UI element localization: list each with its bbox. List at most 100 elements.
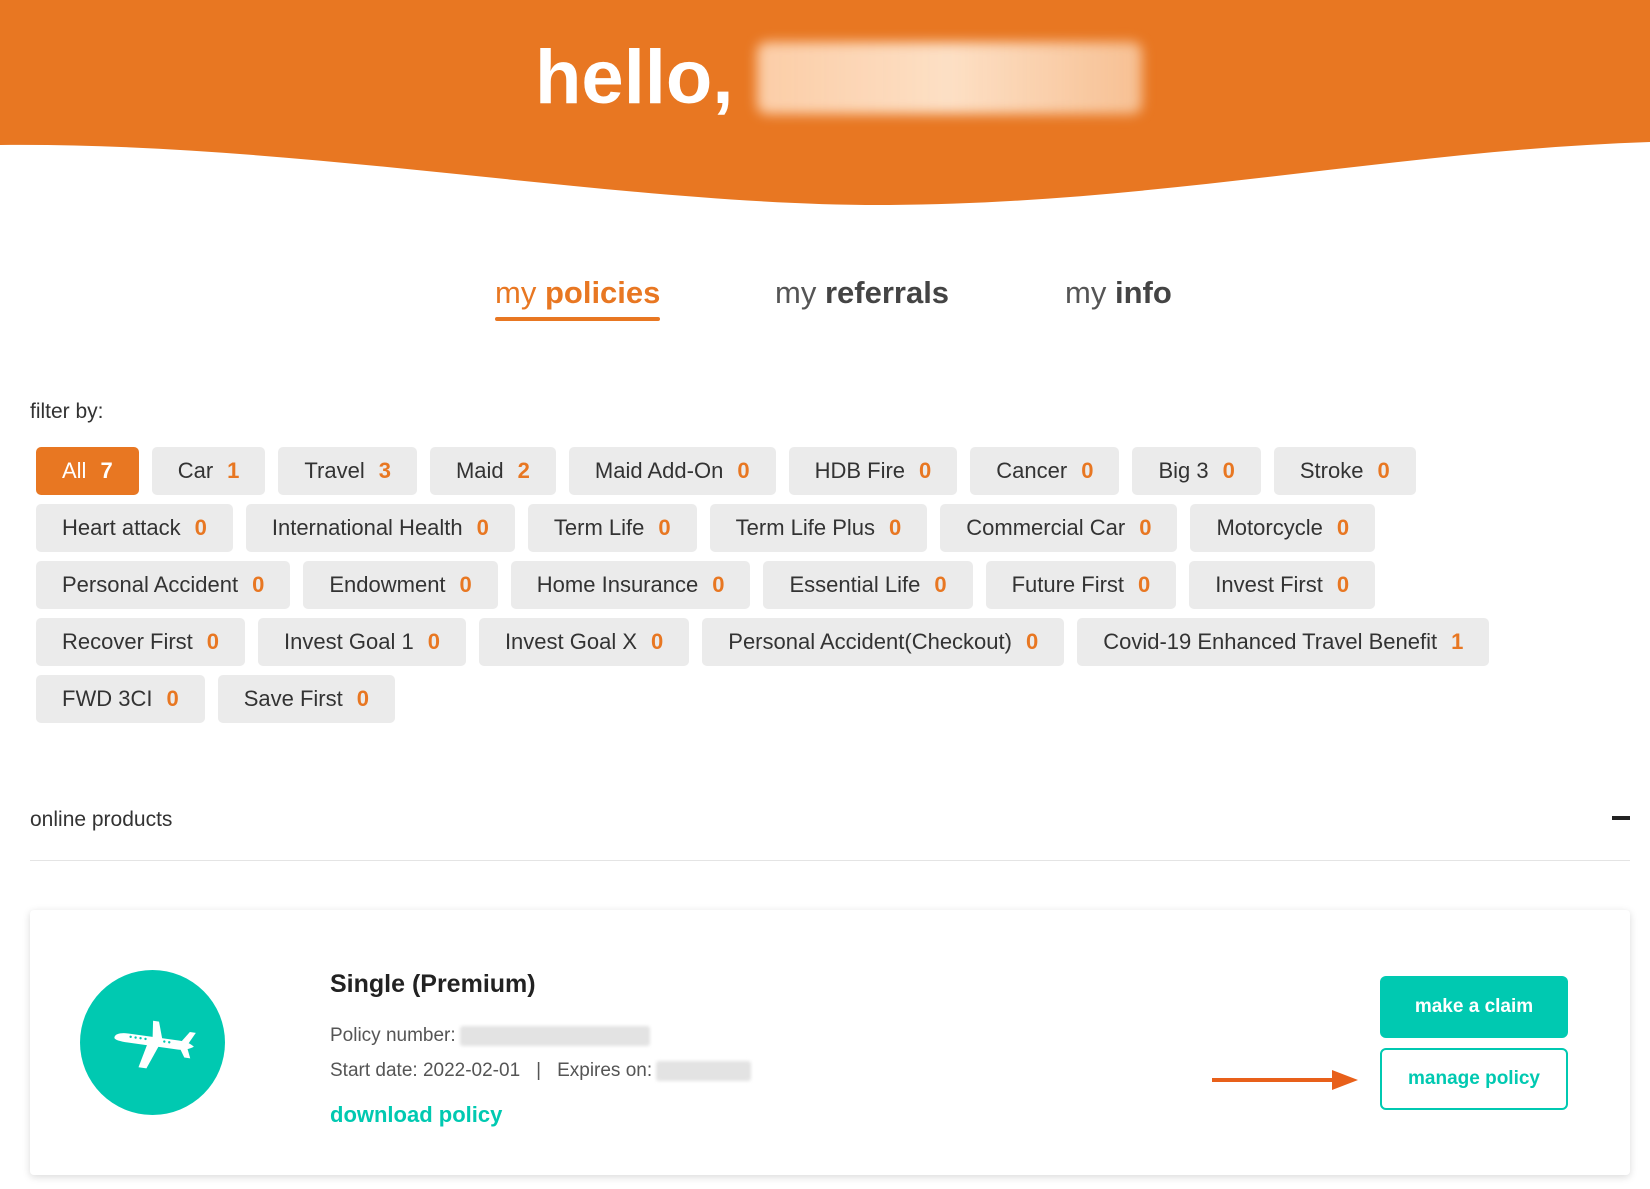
filter-chip-list: All 7 Car 1 Travel 3 Maid 2 Maid Add-On 0 HDB Fire… [36, 447, 1536, 723]
hero-header: hello, [0, 0, 1650, 230]
filter-chip-covid-19-enhanced-travel-benefit[interactable]: Covid-19 Enhanced Travel Benefit 1 [1077, 618, 1490, 666]
filter-chip-essential-life[interactable]: Essential Life 0 [763, 561, 973, 609]
filter-chip-fwd-3ci[interactable]: FWD 3CI 0 [36, 675, 205, 723]
filter-chip-travel[interactable]: Travel 3 [278, 447, 417, 495]
filter-chip-invest-goal-1[interactable]: Invest Goal 1 0 [258, 618, 466, 666]
filter-chip-stroke[interactable]: Stroke 0 [1273, 447, 1416, 495]
filter-chip-label: Save First [243, 686, 343, 711]
manage-policy-button[interactable]: manage policy [1380, 1048, 1568, 1110]
filter-chip-commercial-car[interactable]: Commercial Car 0 [940, 504, 1178, 552]
filter-chip-count: 0 [651, 629, 664, 654]
tab-prefix: my [775, 275, 817, 310]
filter-chip-count: 7 [100, 458, 113, 483]
tab-prefix: my [1065, 275, 1107, 310]
airplane-icon [80, 970, 225, 1115]
filter-chip-international-health[interactable]: International Health 0 [245, 504, 515, 552]
tab-label: info [1114, 275, 1172, 310]
make-claim-button[interactable]: make a claim [1380, 976, 1568, 1038]
tab-prefix: my [495, 275, 537, 310]
filter-chip-label: Term Life Plus [735, 515, 876, 540]
filter-chip-count: 0 [206, 629, 220, 654]
filter-chip-count: 0 [712, 572, 725, 597]
filter-chip-label: Essential Life [789, 572, 921, 597]
filter-chip-big-3[interactable]: Big 3 0 [1132, 447, 1261, 495]
filter-chip-label: Covid-19 Enhanced Travel Benefit [1103, 629, 1438, 654]
filter-chip-label: Home Insurance [536, 572, 699, 597]
greeting: hello, [535, 35, 1143, 120]
filter-chip-label: Motorcycle [1216, 515, 1323, 540]
filter-chip-label: Personal Accident [62, 572, 239, 597]
filter-label: filter by: [30, 400, 104, 423]
filter-chip-future-first[interactable]: Future First 0 [985, 561, 1177, 609]
filter-chip-count: 0 [934, 572, 947, 597]
filter-chip-count: 0 [737, 458, 750, 483]
collapse-minus-icon[interactable] [1612, 816, 1630, 820]
filter-chip-count: 3 [378, 458, 391, 483]
filter-chip-heart-attack[interactable]: Heart attack 0 [36, 504, 233, 552]
filter-chip-count: 0 [1336, 572, 1350, 597]
filter-chip-car[interactable]: Car 1 [151, 447, 266, 495]
filter-chip-count: 0 [1139, 515, 1152, 540]
filter-chip-hdb-fire[interactable]: HDB Fire 0 [788, 447, 958, 495]
blurred-expiry-date [656, 1061, 752, 1081]
filter-chip-maid[interactable]: Maid 2 [429, 447, 556, 495]
filter-chip-label: Heart attack [62, 515, 181, 540]
filter-chip-invest-goal-x[interactable]: Invest Goal X 0 [478, 618, 690, 666]
filter-chip-label: Commercial Car [966, 515, 1126, 540]
filter-chip-term-life-plus[interactable]: Term Life Plus 0 [709, 504, 928, 552]
filter-chip-cancer[interactable]: Cancer 0 [970, 447, 1120, 495]
filter-chip-count: 0 [476, 515, 489, 540]
filter-chip-label: Future First [1011, 572, 1125, 597]
greeting-text: hello, [535, 35, 734, 120]
policy-title: Single (Premium) [330, 970, 536, 998]
tab-label: policies [544, 275, 661, 310]
filter-chip-label: Maid [455, 458, 504, 483]
filter-chip-label: International Health [271, 515, 463, 540]
filter-chip-count: 0 [1025, 629, 1039, 654]
filter-chip-count: 0 [889, 515, 902, 540]
filter-chip-label: All [62, 458, 87, 483]
policy-number-row: Policy number: [330, 1025, 650, 1047]
filter-chip-invest-first[interactable]: Invest First 0 [1189, 561, 1376, 609]
filter-chip-label: HDB Fire [814, 458, 906, 483]
filter-chip-personal-accident[interactable]: Personal Accident 0 [36, 561, 291, 609]
date-separator: | [536, 1060, 542, 1081]
filter-chip-count: 1 [227, 458, 240, 483]
filter-chip-count: 0 [356, 686, 369, 711]
filter-chip-count: 0 [1081, 458, 1094, 483]
start-date: Start date: 2022-02-01 [330, 1060, 521, 1081]
filter-chip-personal-accident-checkout[interactable]: Personal Accident(Checkout) 0 [702, 618, 1065, 666]
filter-chip-count: 0 [166, 686, 179, 711]
filter-chip-label: Recover First [62, 629, 193, 654]
filter-chip-endowment[interactable]: Endowment 0 [303, 561, 498, 609]
filter-chip-label: Endowment [329, 572, 446, 597]
filter-chip-all[interactable]: All 7 [36, 447, 139, 495]
filter-chip-home-insurance[interactable]: Home Insurance 0 [510, 561, 751, 609]
filter-chip-count: 0 [658, 515, 671, 540]
filter-chip-label: Travel [304, 458, 365, 483]
filter-chip-count: 1 [1451, 629, 1464, 654]
filter-chip-label: Invest Goal 1 [284, 629, 414, 654]
filter-chip-count: 0 [1138, 572, 1151, 597]
tab-my-policies[interactable]: my policies [495, 275, 661, 321]
filter-chip-save-first[interactable]: Save First 0 [217, 675, 395, 723]
filter-chip-recover-first[interactable]: Recover First 0 [36, 618, 246, 666]
filter-chip-motorcycle[interactable]: Motorcycle 0 [1190, 504, 1376, 552]
tab-my-referrals[interactable]: my referrals [775, 275, 949, 311]
filter-chip-maid-add-on[interactable]: Maid Add-On 0 [568, 447, 776, 495]
filter-chip-count: 0 [919, 458, 932, 483]
policy-dates-row: Start date: 2022-02-01 | Expires on: [330, 1060, 752, 1082]
policy-card: Single (Premium) Policy number: Start da… [30, 910, 1630, 1175]
online-products-header: online products [30, 800, 1630, 861]
filter-chip-label: Cancer [996, 458, 1068, 483]
download-policy-link[interactable]: download policy [330, 1102, 502, 1128]
filter-chip-label: Invest First [1215, 572, 1323, 597]
tab-my-info[interactable]: my info [1065, 275, 1172, 311]
filter-chip-term-life[interactable]: Term Life 0 [527, 504, 697, 552]
filter-chip-count: 0 [252, 572, 265, 597]
filter-chip-label: Car [177, 458, 214, 483]
tab-label: referrals [824, 275, 950, 310]
filter-chip-count: 0 [1222, 458, 1235, 483]
blurred-user-name [757, 42, 1143, 114]
filter-chip-label: Stroke [1299, 458, 1364, 483]
